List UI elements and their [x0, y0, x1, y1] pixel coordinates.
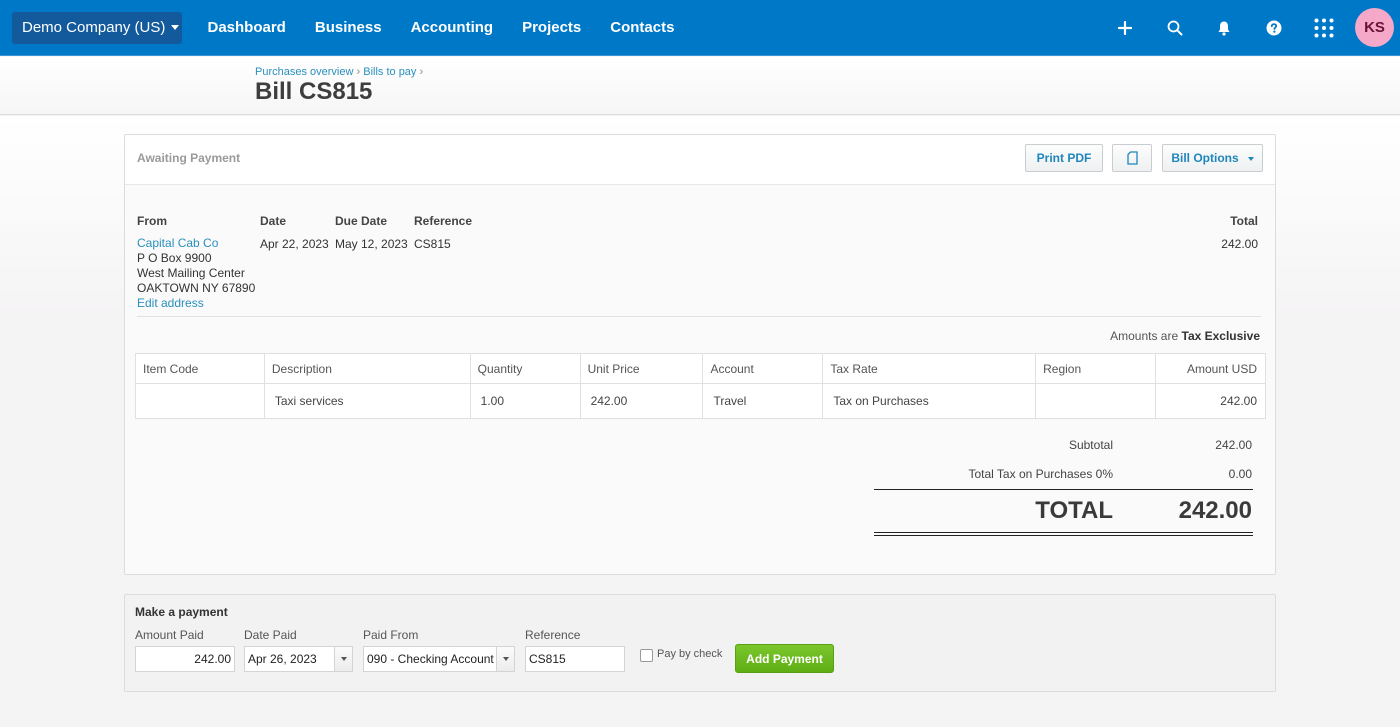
make-payment-title: Make a payment: [135, 605, 228, 619]
subtotal-label: Subtotal: [1068, 438, 1113, 452]
bill-due-date: May 12, 2023: [335, 237, 408, 251]
column-header: Description: [263, 353, 471, 384]
address-line: P O Box 9900: [137, 251, 212, 265]
add-payment-button[interactable]: Add Payment: [735, 644, 834, 673]
search-icon[interactable]: [1163, 16, 1187, 40]
chevron-down-icon: [502, 657, 509, 661]
grand-total-label: TOTAL: [1035, 497, 1113, 524]
file-icon: [1126, 151, 1138, 165]
paid-from-select[interactable]: 090 - Checking Account: [363, 646, 515, 672]
column-header: Region: [1035, 353, 1157, 384]
status-badge: Awaiting Payment: [137, 151, 241, 165]
help-icon[interactable]: [1262, 16, 1286, 40]
nav-dashboard[interactable]: Dashboard: [193, 0, 300, 56]
reference-label: Reference: [414, 214, 473, 228]
address-line: OAKTOWN NY 67890: [137, 281, 256, 295]
user-avatar[interactable]: KS: [1355, 8, 1394, 47]
date-label: Date: [260, 214, 287, 228]
bill-date: Apr 22, 2023: [260, 237, 329, 251]
payment-reference-input[interactable]: CS815: [525, 646, 625, 672]
breadcrumb-separator: ›: [356, 66, 361, 78]
column-header: Quantity: [469, 353, 581, 384]
nav-projects[interactable]: Projects: [508, 0, 596, 56]
subtotal-value: 242.00: [1215, 438, 1252, 452]
breadcrumb-purchases-overview[interactable]: Purchases overview: [255, 66, 353, 78]
organisation-switcher[interactable]: Demo Company (US): [12, 12, 182, 44]
attach-files-button[interactable]: [1112, 144, 1152, 172]
amounts-are-value: Tax Exclusive: [1181, 329, 1261, 343]
page-title: Bill CS815: [255, 78, 373, 105]
chevron-down-icon: [1247, 157, 1254, 161]
plus-icon[interactable]: [1113, 16, 1137, 40]
print-pdf-button[interactable]: Print PDF: [1025, 144, 1103, 172]
paid-from-label: Paid From: [363, 628, 419, 642]
nav-business[interactable]: Business: [300, 0, 396, 56]
paid-from-value: 090 - Checking Account: [367, 652, 494, 666]
breadcrumb: Purchases overview › Bills to pay ›: [255, 66, 423, 78]
paid-from-dropdown-toggle[interactable]: [496, 647, 514, 671]
chevron-down-icon: [340, 657, 347, 661]
account-cell: Travel: [702, 383, 824, 419]
main-nav: Dashboard Business Accounting Projects C…: [193, 0, 689, 56]
supplier-address: Capital Cab Co P O Box 9900 West Mailing…: [137, 236, 255, 311]
from-label: From: [137, 214, 167, 228]
make-payment-panel: Make a payment Amount Paid 242.00 Date P…: [124, 594, 1276, 692]
tax-rate-cell: Tax on Purchases: [822, 383, 1037, 419]
grand-total-value: 242.00: [1178, 497, 1252, 524]
total-label: Total: [1230, 214, 1258, 228]
column-header: Tax Rate: [822, 353, 1037, 384]
column-header: Account: [702, 353, 824, 384]
top-navigation-bar: Demo Company (US) Dashboard Business Acc…: [0, 0, 1400, 56]
amount-paid-label: Amount Paid: [135, 628, 204, 642]
print-pdf-label: Print PDF: [1036, 151, 1092, 165]
nav-accounting[interactable]: Accounting: [396, 0, 508, 56]
bill-panel: Awaiting Payment Print PDF Bill Options …: [124, 134, 1276, 575]
organisation-name: Demo Company (US): [22, 19, 166, 36]
page-header: Purchases overview › Bills to pay › Bill…: [0, 57, 1400, 115]
total-rule: [874, 489, 1253, 490]
total-double-rule: [874, 532, 1253, 536]
date-paid-label: Date Paid: [244, 628, 297, 642]
line-items-table: Item Code Description Quantity Unit Pric…: [135, 353, 1266, 419]
table-row: Taxi services 1.00 242.00 Travel Tax on …: [135, 383, 1266, 419]
description-cell: Taxi services: [263, 383, 471, 419]
tax-value: 0.00: [1228, 467, 1252, 481]
date-paid-value: Apr 26, 2023: [248, 652, 317, 666]
bill-header: Awaiting Payment Print PDF Bill Options: [125, 135, 1275, 185]
bill-options-button[interactable]: Bill Options: [1162, 144, 1263, 172]
column-header: Item Code: [135, 353, 265, 384]
unit-price-cell: 242.00: [579, 383, 704, 419]
address-line: West Mailing Center: [137, 266, 245, 280]
nav-contacts[interactable]: Contacts: [596, 0, 689, 56]
quantity-cell: 1.00: [469, 383, 581, 419]
item-code-cell: [135, 383, 265, 419]
section-divider: [137, 316, 1261, 317]
due-date-label: Due Date: [335, 214, 388, 228]
tax-label: Total Tax on Purchases 0%: [968, 467, 1113, 481]
supplier-name-link[interactable]: Capital Cab Co: [137, 236, 255, 251]
edit-address-link[interactable]: Edit address: [137, 296, 255, 311]
amounts-are-label: Amounts are: [1110, 329, 1179, 343]
breadcrumb-bills-to-pay[interactable]: Bills to pay: [363, 66, 416, 78]
bill-reference: CS815: [414, 237, 451, 251]
column-header: Amount USD: [1155, 353, 1266, 384]
bill-total: 242.00: [1221, 237, 1258, 251]
date-picker-toggle[interactable]: [334, 647, 352, 671]
pay-by-check-checkbox[interactable]: [640, 649, 653, 662]
column-header: Unit Price: [579, 353, 704, 384]
breadcrumb-separator: ›: [419, 66, 424, 78]
date-paid-input[interactable]: Apr 26, 2023: [244, 646, 353, 672]
pay-by-check-label[interactable]: Pay by check: [657, 648, 722, 660]
bill-options-label: Bill Options: [1171, 151, 1239, 165]
amount-paid-input[interactable]: 242.00: [135, 646, 235, 672]
amount-cell: 242.00: [1155, 383, 1266, 419]
chevron-down-icon: [171, 24, 180, 30]
apps-grid-icon[interactable]: [1312, 16, 1336, 40]
region-cell: [1035, 383, 1157, 419]
amounts-are-note: Amounts are Tax Exclusive: [1110, 329, 1260, 343]
table-header-row: Item Code Description Quantity Unit Pric…: [135, 353, 1266, 384]
reference-label: Reference: [525, 628, 581, 642]
bell-icon[interactable]: [1212, 16, 1236, 40]
